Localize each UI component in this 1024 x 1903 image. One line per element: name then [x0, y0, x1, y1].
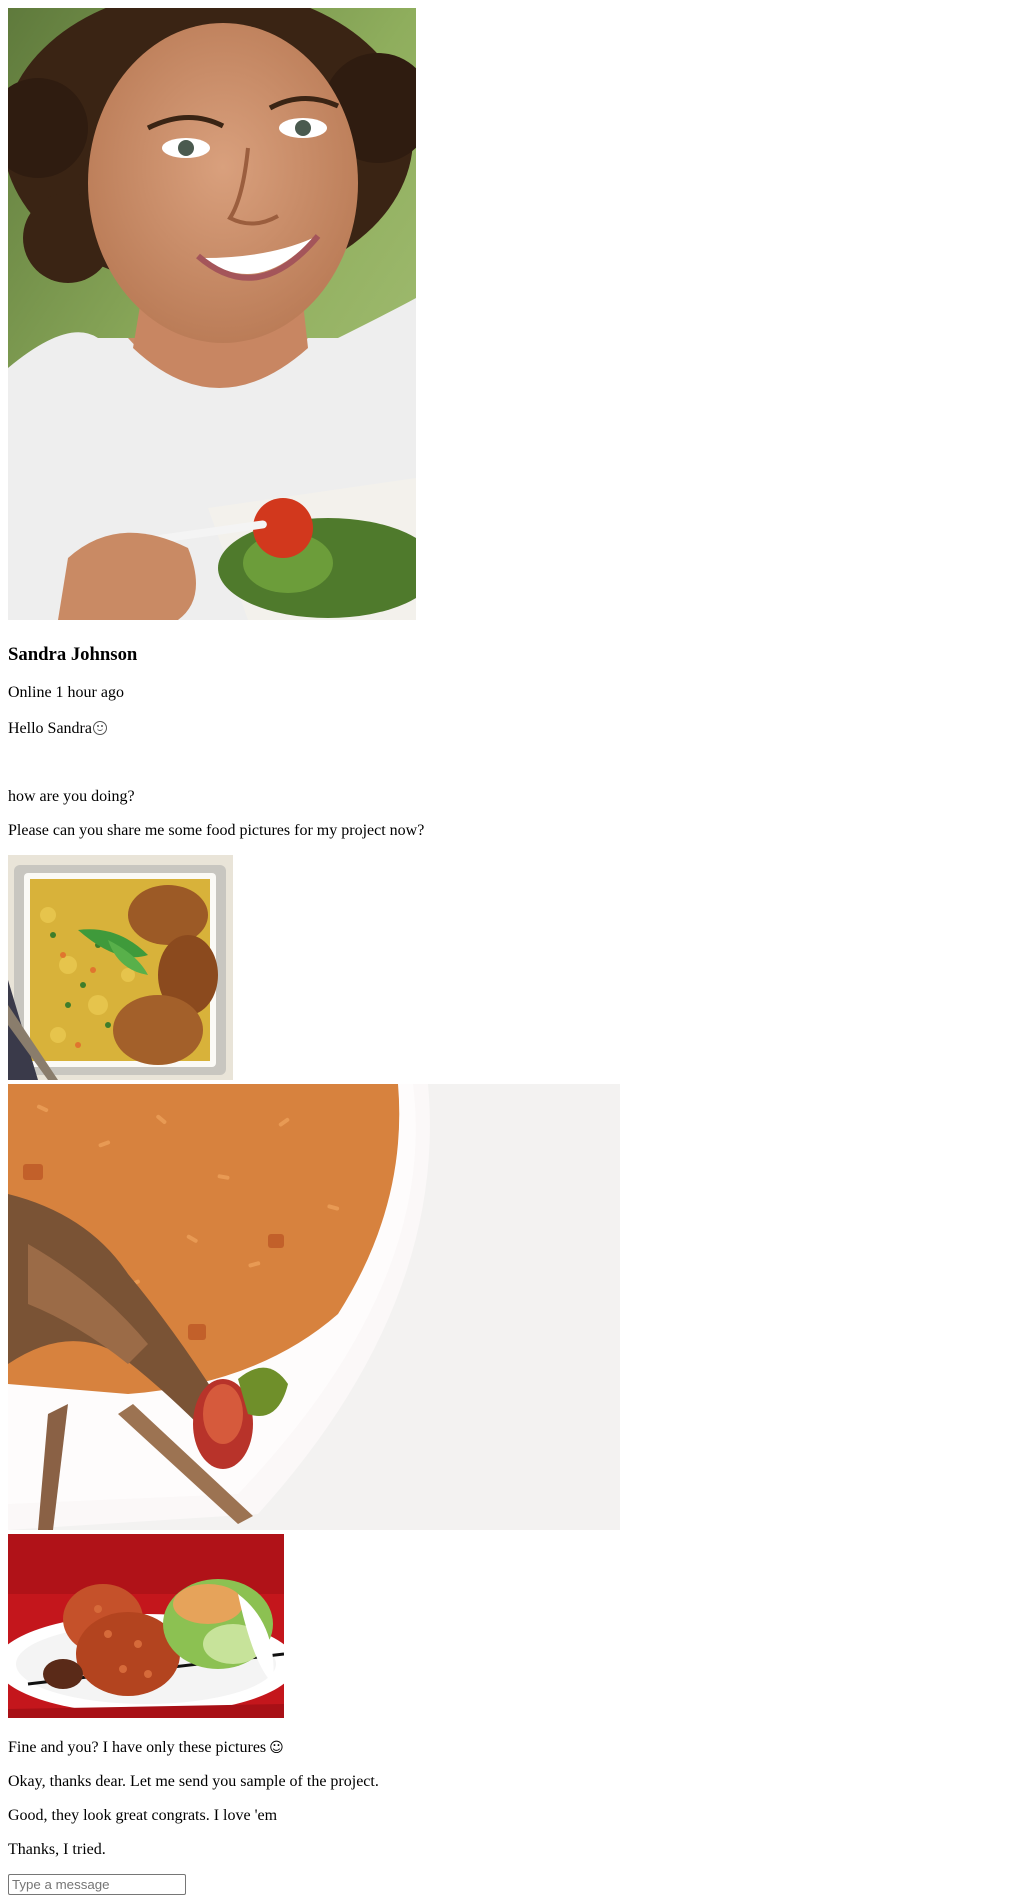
chat-message: Please can you share me some food pictur…	[8, 821, 1016, 841]
profile-photo	[8, 8, 416, 620]
contact-name: Sandra Johnson	[8, 644, 138, 665]
chat-message: how are you doing?	[8, 787, 1016, 807]
food-photo-jollof-rice-salad[interactable]	[8, 1534, 284, 1718]
message-text: Hello Sandra	[8, 720, 92, 737]
message-text: Okay, thanks dear. Let me send you sampl…	[8, 1773, 379, 1790]
chat-message: Okay, thanks dear. Let me send you sampl…	[8, 1772, 1016, 1792]
online-status: Online 1 hour ago	[8, 684, 124, 701]
smiling-face-icon: ☺	[269, 1740, 284, 1756]
message-text: Please can you share me some food pictur…	[8, 822, 425, 839]
chat-message: Fine and you? I have only these pictures…	[8, 1738, 1016, 1758]
chat-container: Sandra Johnson Online 1 hour ago Hello S…	[8, 8, 1016, 1895]
smile-face-icon	[92, 721, 107, 735]
message-text: Good, they look great congrats. I love '…	[8, 1807, 278, 1824]
food-photo-jollof-rice-plate[interactable]	[8, 1084, 620, 1530]
food-photo-rice-chicken-tray[interactable]	[8, 855, 233, 1080]
message-text: Thanks, I tried.	[8, 1841, 106, 1858]
message-input[interactable]	[8, 1874, 186, 1895]
chat-message: Thanks, I tried.	[8, 1840, 1016, 1860]
message-text: Fine and you? I have only these pictures	[8, 1739, 267, 1756]
chat-message: Hello Sandra	[8, 719, 1016, 739]
message-text: how are you doing?	[8, 788, 135, 805]
chat-message: Good, they look great congrats. I love '…	[8, 1806, 1016, 1826]
